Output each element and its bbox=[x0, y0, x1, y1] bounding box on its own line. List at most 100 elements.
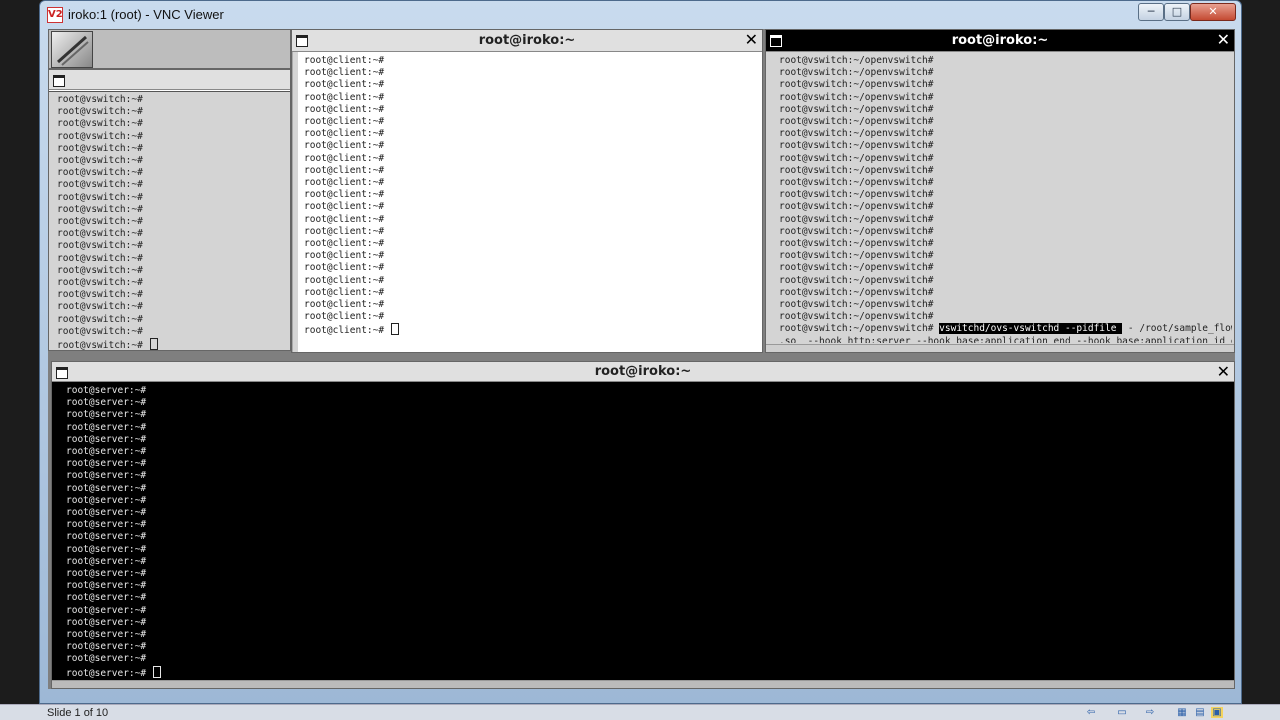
terminal-line: root@vswitch:~/openvswitch# bbox=[779, 177, 934, 189]
close-icon[interactable]: ✕ bbox=[1217, 363, 1230, 381]
cursor bbox=[152, 665, 161, 678]
terminal-line: root@vswitch:~# bbox=[57, 203, 143, 215]
vnc-viewer-window: V2 iroko:1 (root) - VNC Viewer ─ □ ✕ roo… bbox=[39, 0, 1242, 704]
window-menu-icon[interactable] bbox=[53, 75, 65, 87]
terminal-line: root@server:~# bbox=[66, 470, 147, 482]
terminal-line: root@vswitch:~# bbox=[57, 338, 287, 350]
vertical-scrollbar[interactable] bbox=[292, 52, 298, 352]
selected-command-text[interactable]: vswitchd/ovs-vswitchd --pidfile bbox=[939, 323, 1123, 335]
client-terminal-window: root@iroko:~ ✕ root@client:~# root@client… bbox=[291, 29, 763, 353]
terminal-line: root@vswitch:~# bbox=[57, 216, 143, 228]
terminal-line: root@vswitch:~/openvswitch# bbox=[779, 55, 934, 66]
terminal-line: root@client:~# bbox=[304, 189, 385, 201]
terminal-line: root@vswitch:~# bbox=[57, 118, 143, 130]
command-prompt: root@vswitch:~/openvswitch# bbox=[779, 323, 940, 335]
reading-view-icon[interactable]: ▣ bbox=[1211, 707, 1223, 718]
terminal-line: root@server:~# bbox=[66, 433, 147, 445]
terminal-line: root@client:~# bbox=[304, 213, 385, 225]
terminal-line: root@vswitch:~# bbox=[57, 325, 143, 337]
vswitch-terminal-output[interactable]: root@vswitch:~# root@vswitch:~# root@vswit… bbox=[57, 94, 287, 350]
terminal-line: root@server:~# bbox=[66, 494, 147, 506]
server-titlebar[interactable]: root@iroko:~ ✕ bbox=[52, 362, 1234, 382]
terminal-line: root@server:~# bbox=[66, 531, 147, 543]
terminal-line: root@vswitch:~/openvswitch# bbox=[779, 238, 934, 250]
terminal-line: root@vswitch:~/openvswitch# bbox=[779, 213, 934, 225]
close-icon[interactable]: ✕ bbox=[745, 31, 758, 49]
close-icon[interactable]: ✕ bbox=[1217, 31, 1230, 49]
vswitch-titlebar[interactable] bbox=[49, 70, 290, 90]
minimize-button[interactable]: ─ bbox=[1138, 3, 1164, 21]
client-terminal-output[interactable]: root@client:~# root@client:~# root@client:… bbox=[304, 55, 759, 345]
terminal-line: root@server:~# bbox=[66, 641, 147, 653]
terminal-line: .so --hook http:server --hook base:appli… bbox=[779, 335, 1232, 343]
terminal-line: root@vswitch:~# bbox=[57, 167, 143, 179]
terminal-line: root@vswitch:~/openvswitch# bbox=[779, 225, 934, 237]
terminal-line: root@client:~# bbox=[304, 91, 385, 103]
terminal-line: root@server:~# bbox=[66, 397, 147, 409]
normal-view-icon[interactable]: ▦ bbox=[1176, 707, 1188, 718]
terminal-line: root@vswitch:~# bbox=[57, 301, 143, 313]
terminal-line: root@vswitch:~/openvswitch# bbox=[779, 116, 934, 128]
pen-icon bbox=[57, 35, 89, 66]
terminal-line: root@client:~# bbox=[304, 116, 385, 128]
vnc-titlebar[interactable]: V2 iroko:1 (root) - VNC Viewer ─ □ ✕ bbox=[40, 1, 1241, 27]
forward-arrow-icon[interactable]: ⇨ bbox=[1144, 707, 1156, 718]
terminal-line: root@vswitch:~/openvswitch# bbox=[779, 250, 934, 262]
terminal-line: root@vswitch:~# bbox=[57, 240, 143, 252]
terminal-line: root@client:~# bbox=[304, 311, 385, 323]
terminal-line: root@client:~# bbox=[304, 79, 385, 91]
terminal-line: root@server:~# bbox=[66, 458, 147, 470]
ovs-titlebar[interactable]: root@iroko:~ ✕ bbox=[766, 30, 1234, 52]
terminal-line: root@vswitch:~/openvswitch# bbox=[779, 262, 934, 274]
client-titlebar[interactable]: root@iroko:~ ✕ bbox=[292, 30, 762, 52]
terminal-line: root@vswitch:~/openvswitch# bbox=[779, 128, 934, 140]
terminal-line: root@server:~# bbox=[66, 568, 147, 580]
terminal-line: root@server:~# bbox=[66, 385, 147, 396]
vnc-app-icon[interactable]: V2 bbox=[47, 7, 63, 23]
ovs-terminal-output[interactable]: root@vswitch:~/openvswitch# root@vswitch:… bbox=[779, 55, 1232, 343]
vswitch-terminal-window: root@vswitch:~# root@vswitch:~# root@vswit… bbox=[48, 69, 291, 351]
terminal-line: root@client:~# bbox=[304, 201, 385, 213]
ovs-title: root@iroko:~ bbox=[951, 33, 1049, 48]
close-button[interactable]: ✕ bbox=[1190, 3, 1236, 21]
terminal-line: root@vswitch:~/openvswitch# bbox=[779, 79, 934, 91]
cursor bbox=[149, 338, 158, 350]
terminal-line: root@client:~# bbox=[304, 164, 385, 176]
terminal-icon[interactable] bbox=[51, 31, 93, 68]
icon-manager bbox=[48, 29, 291, 69]
slide-indicator: Slide 1 of 10 bbox=[47, 707, 109, 719]
terminal-line: root@server:~# bbox=[66, 592, 147, 604]
terminal-line: root@server:~# bbox=[66, 629, 147, 641]
terminal-line: root@server:~# bbox=[66, 482, 147, 494]
terminal-line: root@vswitch:~# bbox=[57, 142, 143, 154]
back-arrow-icon[interactable]: ⇦ bbox=[1085, 707, 1097, 718]
terminal-line: root@client:~# bbox=[304, 262, 385, 274]
client-title: root@iroko:~ bbox=[478, 33, 576, 48]
terminal-line: root@vswitch:~/openvswitch# bbox=[779, 201, 934, 213]
terminal-line: root@vswitch:~# bbox=[57, 313, 143, 325]
sorter-view-icon[interactable]: ▤ bbox=[1194, 707, 1206, 718]
terminal-line: root@client:~# bbox=[304, 140, 385, 152]
notes-icon[interactable]: ▭ bbox=[1116, 707, 1128, 718]
server-terminal-output[interactable]: root@server:~# root@server:~# root@server:… bbox=[66, 385, 1226, 681]
terminal-line: root@vswitch:~/openvswitch# bbox=[779, 274, 934, 286]
terminal-line: root@vswitch:~# bbox=[57, 106, 143, 118]
terminal-line: root@vswitch:~/openvswitch# bbox=[779, 103, 934, 115]
terminal-line: root@vswitch:~# bbox=[57, 130, 143, 142]
status-bar: Slide 1 of 10 ⇦ ▭ ⇨ ▦ ▤ ▣ bbox=[0, 704, 1280, 720]
terminal-line: root@server:~# bbox=[66, 616, 147, 628]
horizontal-scrollbar[interactable] bbox=[766, 344, 1234, 352]
terminal-line: root@client:~# bbox=[304, 225, 385, 237]
horizontal-scrollbar[interactable] bbox=[52, 680, 1234, 688]
terminal-line: root@vswitch:~/openvswitch# bbox=[779, 286, 934, 298]
divider bbox=[49, 90, 290, 92]
terminal-line: root@server:~# bbox=[66, 555, 147, 567]
terminal-line: root@server:~# bbox=[66, 665, 1226, 680]
maximize-button[interactable]: □ bbox=[1164, 3, 1190, 21]
vnc-window-title: iroko:1 (root) - VNC Viewer bbox=[68, 7, 224, 22]
terminal-line: root@server:~# bbox=[66, 421, 147, 433]
server-title: root@iroko:~ bbox=[594, 364, 692, 379]
terminal-line: root@client:~# bbox=[304, 103, 385, 115]
terminal-line: root@server:~# bbox=[66, 507, 147, 519]
terminal-line: root@vswitch:~# bbox=[57, 179, 143, 191]
